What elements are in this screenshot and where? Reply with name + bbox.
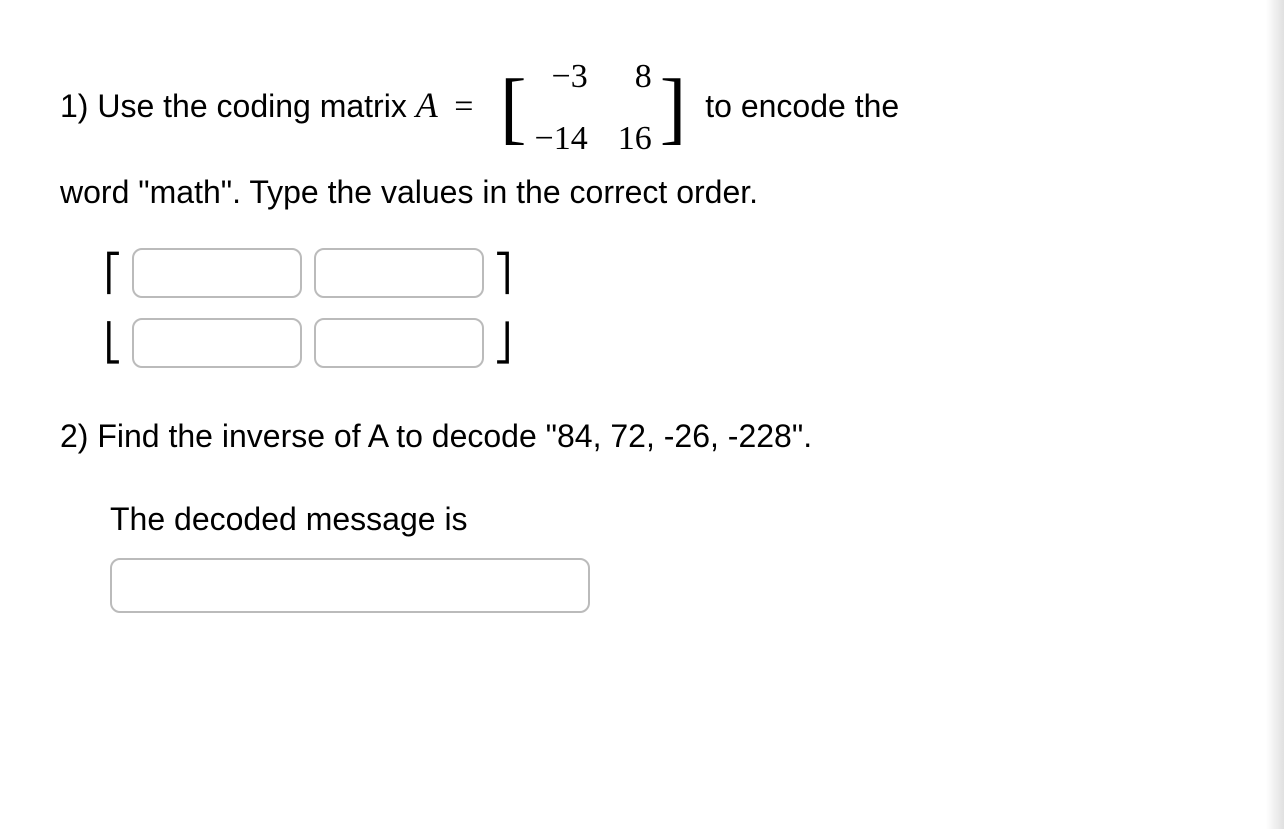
- matrix-cell-10: −14: [535, 112, 588, 166]
- page-edge-shadow: [1266, 0, 1284, 829]
- answer-matrix-inputs: ⎡ ⎤ ⎣ ⎦: [100, 248, 1224, 368]
- q1-mid: to encode the: [696, 88, 899, 124]
- answer-input-01[interactable]: [314, 248, 484, 298]
- answer-row-2: ⎣ ⎦: [100, 318, 1224, 368]
- equals-sign: =: [446, 88, 482, 125]
- matrix-left-bracket-icon: [: [500, 76, 527, 140]
- answer-input-10[interactable]: [132, 318, 302, 368]
- matrix-cell-11: 16: [618, 112, 652, 166]
- q1-line2: word "math". Type the values in the corr…: [60, 174, 758, 210]
- answer-input-11[interactable]: [314, 318, 484, 368]
- matrix-cell-00: −3: [535, 50, 588, 104]
- q2-label: The decoded message is: [110, 501, 468, 537]
- matrix-right-bracket-icon: ]: [660, 76, 687, 140]
- bracket-bottom-right-icon: ⎦: [494, 322, 512, 364]
- q1-prefix: 1) Use the coding matrix: [60, 88, 416, 124]
- answer-input-00[interactable]: [132, 248, 302, 298]
- coding-matrix: [ −3 8 −14 16 ]: [500, 50, 686, 167]
- bracket-top-left-icon: ⎡: [104, 252, 122, 294]
- bracket-bottom-left-icon: ⎣: [104, 322, 122, 364]
- matrix-cell-01: 8: [618, 50, 652, 104]
- q2-text: 2) Find the inverse of A to decode "84, …: [60, 418, 812, 454]
- question-1: 1) Use the coding matrix A = [ −3 8 −14 …: [60, 50, 1224, 218]
- decoded-message-input[interactable]: [110, 558, 590, 613]
- q2-answer-area: The decoded message is: [110, 491, 1224, 614]
- matrix-values: −3 8 −14 16: [535, 50, 652, 167]
- answer-row-1: ⎡ ⎤: [100, 248, 1224, 298]
- matrix-variable: A: [416, 85, 438, 125]
- question-2: 2) Find the inverse of A to decode "84, …: [60, 408, 1224, 613]
- bracket-top-right-icon: ⎤: [494, 252, 512, 294]
